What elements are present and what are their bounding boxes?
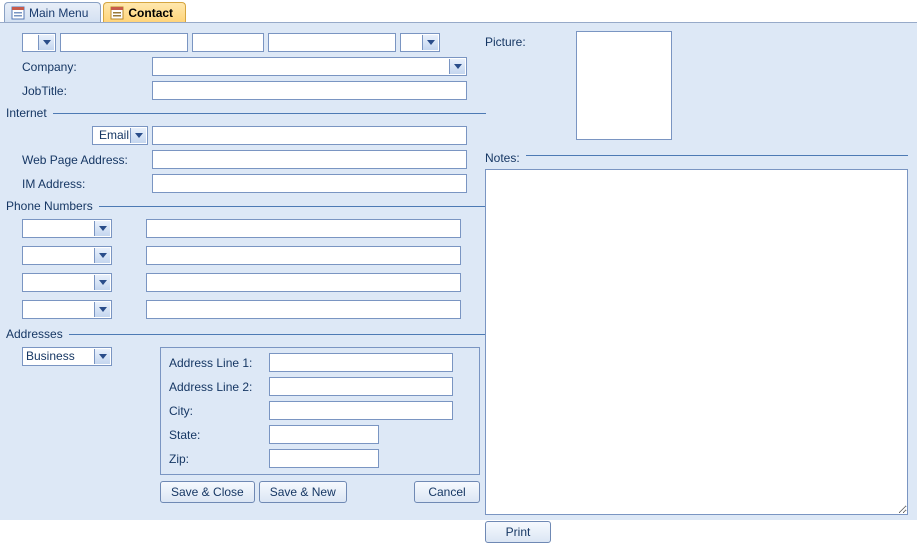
prefix-select[interactable] bbox=[22, 33, 56, 52]
divider bbox=[526, 155, 908, 156]
addr2-input[interactable] bbox=[269, 377, 453, 396]
jobtitle-input[interactable] bbox=[152, 81, 467, 100]
tab-contact-label: Contact bbox=[128, 6, 173, 20]
webpage-label: Web Page Address: bbox=[22, 153, 152, 167]
picture-label: Picture: bbox=[485, 35, 526, 49]
print-button[interactable]: Print bbox=[485, 521, 551, 543]
tab-main-menu[interactable]: Main Menu bbox=[4, 2, 101, 22]
form-icon bbox=[110, 6, 124, 20]
save-new-button[interactable]: Save & New bbox=[259, 481, 347, 503]
email-type-select[interactable]: Email bbox=[92, 126, 148, 145]
save-close-button[interactable]: Save & Close bbox=[160, 481, 255, 503]
address-type-value: Business bbox=[26, 349, 75, 363]
section-internet-title: Internet bbox=[6, 106, 53, 120]
divider bbox=[69, 334, 486, 335]
middle-name-input[interactable] bbox=[192, 33, 264, 52]
email-input[interactable] bbox=[152, 126, 467, 145]
form-icon bbox=[11, 6, 25, 20]
section-addresses-title: Addresses bbox=[6, 327, 69, 341]
jobtitle-label: JobTitle: bbox=[22, 84, 152, 98]
phone3-type-select[interactable] bbox=[22, 273, 112, 292]
state-label: State: bbox=[169, 428, 269, 442]
picture-box[interactable] bbox=[576, 31, 672, 140]
address-panel: Address Line 1: Address Line 2: City: St… bbox=[160, 347, 480, 475]
tab-bar: Main Menu Contact bbox=[0, 0, 917, 22]
city-label: City: bbox=[169, 404, 269, 418]
phone1-type-select[interactable] bbox=[22, 219, 112, 238]
suffix-select[interactable] bbox=[400, 33, 440, 52]
cancel-button[interactable]: Cancel bbox=[414, 481, 480, 503]
im-input[interactable] bbox=[152, 174, 467, 193]
phone4-input[interactable] bbox=[146, 300, 461, 319]
address-type-select[interactable]: Business bbox=[22, 347, 112, 366]
state-input[interactable] bbox=[269, 425, 379, 444]
phone2-input[interactable] bbox=[146, 246, 461, 265]
divider bbox=[53, 113, 486, 114]
first-name-input[interactable] bbox=[60, 33, 188, 52]
email-type-value: Email bbox=[99, 128, 129, 142]
divider bbox=[99, 206, 486, 207]
addr1-label: Address Line 1: bbox=[169, 356, 269, 370]
city-input[interactable] bbox=[269, 401, 453, 420]
section-phone-title: Phone Numbers bbox=[6, 199, 99, 213]
webpage-input[interactable] bbox=[152, 150, 467, 169]
tab-contact[interactable]: Contact bbox=[103, 2, 186, 22]
phone2-type-select[interactable] bbox=[22, 246, 112, 265]
phone4-type-select[interactable] bbox=[22, 300, 112, 319]
company-select[interactable] bbox=[152, 57, 467, 76]
zip-label: Zip: bbox=[169, 452, 269, 466]
notes-textarea[interactable] bbox=[485, 169, 908, 515]
im-label: IM Address: bbox=[22, 177, 152, 191]
phone3-input[interactable] bbox=[146, 273, 461, 292]
zip-input[interactable] bbox=[269, 449, 379, 468]
phone1-input[interactable] bbox=[146, 219, 461, 238]
tab-main-menu-label: Main Menu bbox=[29, 6, 88, 20]
last-name-input[interactable] bbox=[268, 33, 396, 52]
contact-form: Company: JobTitle: Internet Email Web Pa… bbox=[0, 22, 917, 520]
addr2-label: Address Line 2: bbox=[169, 380, 269, 394]
addr1-input[interactable] bbox=[269, 353, 453, 372]
notes-label: Notes: bbox=[485, 151, 520, 165]
company-label: Company: bbox=[22, 60, 152, 74]
